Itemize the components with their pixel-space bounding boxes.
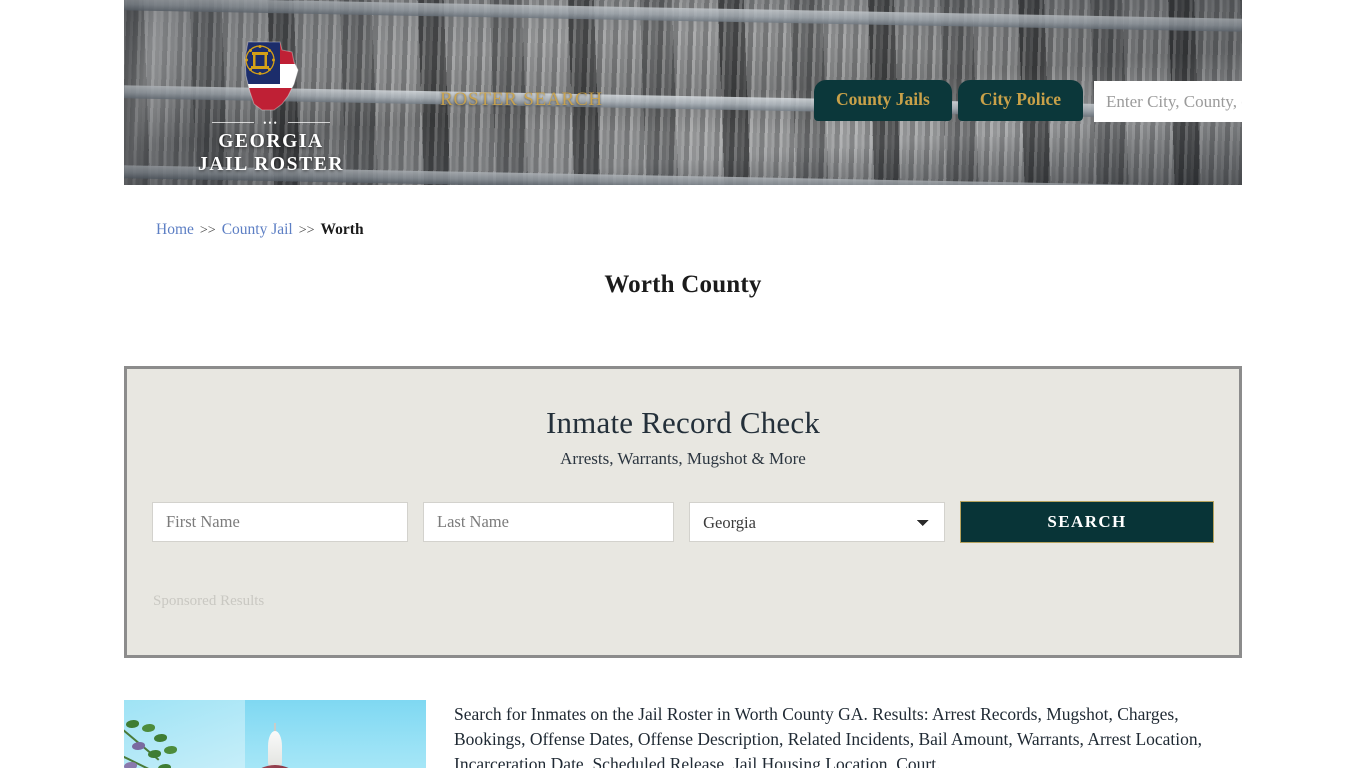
breadcrumb-current: Worth: [320, 221, 364, 238]
cupola: [268, 731, 282, 767]
inmate-search-form: Georgia SEARCH: [127, 501, 1239, 543]
logo-dots: •••: [263, 118, 279, 128]
breadcrumb-link-home[interactable]: Home: [156, 221, 194, 238]
header-search-input[interactable]: [1094, 81, 1242, 122]
first-name-input[interactable]: [152, 502, 409, 542]
header-search: [1094, 81, 1242, 122]
last-name-input[interactable]: [423, 502, 675, 542]
inmate-record-check-panel: Inmate Record Check Arrests, Warrants, M…: [124, 366, 1242, 658]
header-nav: County Jails City Police: [814, 80, 1083, 121]
courthouse-tower: [227, 723, 323, 768]
site-header: ••• GEORGIA JAIL ROSTER ROSTER SEARCH Co…: [124, 0, 1242, 185]
logo-line-2: JAIL ROSTER: [197, 154, 345, 175]
logo-wordmark: GEORGIA JAIL ROSTER: [186, 130, 356, 176]
state-select[interactable]: Georgia: [689, 502, 946, 542]
breadcrumb-separator: >>: [298, 223, 315, 238]
logo-divider: •••: [212, 118, 330, 128]
breadcrumb-separator: >>: [199, 223, 216, 238]
sponsored-results-label: Sponsored Results: [153, 593, 265, 609]
breadcrumb: Home >> County Jail >> Worth: [156, 221, 364, 239]
panel-subtitle: Arrests, Warrants, Mugshot & More: [560, 449, 806, 468]
nav-button-county-jails[interactable]: County Jails: [814, 80, 952, 121]
courthouse-photo: [124, 700, 426, 768]
content-row: Search for Inmates on the Jail Roster in…: [124, 700, 1242, 768]
roster-search-wordmark: ROSTER SEARCH: [440, 89, 603, 110]
nav-button-city-police[interactable]: City Police: [957, 80, 1083, 121]
inmate-search-button[interactable]: SEARCH: [960, 501, 1214, 543]
page-title: Worth County: [604, 271, 762, 298]
county-description-paragraph: Search for Inmates on the Jail Roster in…: [454, 704, 1203, 768]
site-logo[interactable]: ••• GEORGIA JAIL ROSTER: [186, 40, 356, 176]
georgia-state-flag-icon: [240, 40, 302, 112]
panel-title: Inmate Record Check: [545, 405, 821, 440]
logo-line-1: GEORGIA: [218, 131, 324, 152]
breadcrumb-link-county-jail[interactable]: County Jail: [222, 221, 293, 238]
page-root: ••• GEORGIA JAIL ROSTER ROSTER SEARCH Co…: [0, 0, 1366, 768]
tree-branch: [124, 708, 214, 768]
